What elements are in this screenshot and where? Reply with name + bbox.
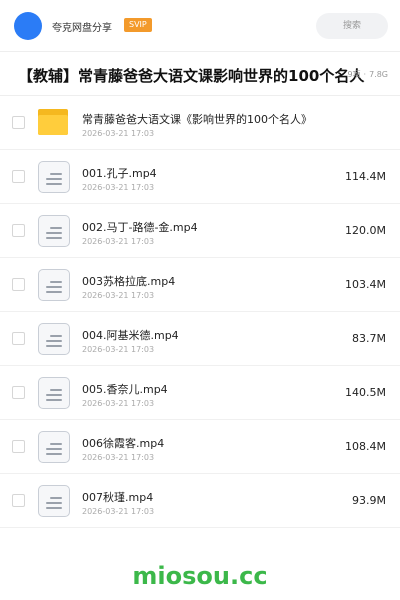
file-row[interactable]: 004.阿基米德.mp4 2026-03-21 17:03 83.7M bbox=[0, 312, 400, 366]
item-name[interactable]: 002.马丁-路德-金.mp4 bbox=[82, 219, 198, 235]
select-checkbox[interactable] bbox=[12, 116, 25, 129]
item-size: 83.7M bbox=[352, 332, 386, 345]
file-list: 常青藤爸爸大语文课《影响世界的100个名人》 2026-03-21 17:03 00… bbox=[0, 96, 400, 528]
item-size: 108.4M bbox=[345, 440, 386, 453]
item-date: 2026-03-21 17:03 bbox=[82, 183, 155, 192]
select-checkbox[interactable] bbox=[12, 278, 25, 291]
select-checkbox[interactable] bbox=[12, 224, 25, 237]
share-title: 【教辅】常青藤爸爸大语文课影响世界的100个名人 bbox=[18, 67, 365, 85]
video-file-icon bbox=[38, 377, 70, 409]
item-date: 2026-03-21 17:03 bbox=[82, 399, 155, 408]
item-date: 2026-03-21 17:03 bbox=[82, 453, 155, 462]
item-size: 93.9M bbox=[352, 494, 386, 507]
item-name[interactable]: 005.香奈儿.mp4 bbox=[82, 381, 168, 397]
item-count: 9项 bbox=[347, 70, 361, 79]
file-row[interactable]: 005.香奈儿.mp4 2026-03-21 17:03 140.5M bbox=[0, 366, 400, 420]
avatar[interactable] bbox=[14, 12, 42, 40]
item-date: 2026-03-21 17:03 bbox=[82, 291, 155, 300]
item-name[interactable]: 007秋瑾.mp4 bbox=[82, 489, 153, 505]
item-name[interactable]: 常青藤爸爸大语文课《影响世界的100个名人》 bbox=[82, 111, 312, 127]
item-size: 140.5M bbox=[345, 386, 386, 399]
item-size: 120.0M bbox=[345, 224, 386, 237]
video-file-icon bbox=[38, 269, 70, 301]
file-row[interactable]: 001.孔子.mp4 2026-03-21 17:03 114.4M bbox=[0, 150, 400, 204]
folder-icon bbox=[38, 107, 70, 139]
select-checkbox[interactable] bbox=[12, 386, 25, 399]
video-file-icon bbox=[38, 215, 70, 247]
file-row[interactable]: 002.马丁-路德-金.mp4 2026-03-21 17:03 120.0M bbox=[0, 204, 400, 258]
item-size: 103.4M bbox=[345, 278, 386, 291]
item-name[interactable]: 003苏格拉底.mp4 bbox=[82, 273, 175, 289]
share-meta: 9项 · 7.8G bbox=[347, 69, 388, 80]
meta-separator: · bbox=[363, 70, 367, 79]
svip-badge: SVIP bbox=[124, 18, 152, 32]
select-checkbox[interactable] bbox=[12, 332, 25, 345]
item-size: 114.4M bbox=[345, 170, 386, 183]
video-file-icon bbox=[38, 161, 70, 193]
select-checkbox[interactable] bbox=[12, 494, 25, 507]
item-name[interactable]: 004.阿基米德.mp4 bbox=[82, 327, 179, 343]
item-date: 2026-03-21 17:03 bbox=[82, 129, 155, 138]
total-size: 7.8G bbox=[369, 70, 388, 79]
item-date: 2026-03-21 17:03 bbox=[82, 345, 155, 354]
item-date: 2026-03-21 17:03 bbox=[82, 507, 155, 516]
select-checkbox[interactable] bbox=[12, 170, 25, 183]
share-title-bar: 【教辅】常青藤爸爸大语文课影响世界的100个名人 9项 · 7.8G bbox=[0, 52, 400, 96]
item-name[interactable]: 006徐霞客.mp4 bbox=[82, 435, 164, 451]
file-row[interactable]: 003苏格拉底.mp4 2026-03-21 17:03 103.4M bbox=[0, 258, 400, 312]
select-checkbox[interactable] bbox=[12, 440, 25, 453]
file-row[interactable]: 006徐霞客.mp4 2026-03-21 17:03 108.4M bbox=[0, 420, 400, 474]
video-file-icon bbox=[38, 485, 70, 517]
watermark: miosou.cc bbox=[132, 562, 268, 590]
video-file-icon bbox=[38, 323, 70, 355]
item-date: 2026-03-21 17:03 bbox=[82, 237, 155, 246]
item-name[interactable]: 001.孔子.mp4 bbox=[82, 165, 157, 181]
folder-row[interactable]: 常青藤爸爸大语文课《影响世界的100个名人》 2026-03-21 17:03 bbox=[0, 96, 400, 150]
video-file-icon bbox=[38, 431, 70, 463]
search-input[interactable]: 搜索 bbox=[316, 13, 388, 39]
sharer-name: 夸克网盘分享 bbox=[52, 23, 112, 34]
top-bar: 夸克网盘分享 SVIP 搜索 bbox=[0, 0, 400, 52]
file-row[interactable]: 007秋瑾.mp4 2026-03-21 17:03 93.9M bbox=[0, 474, 400, 528]
